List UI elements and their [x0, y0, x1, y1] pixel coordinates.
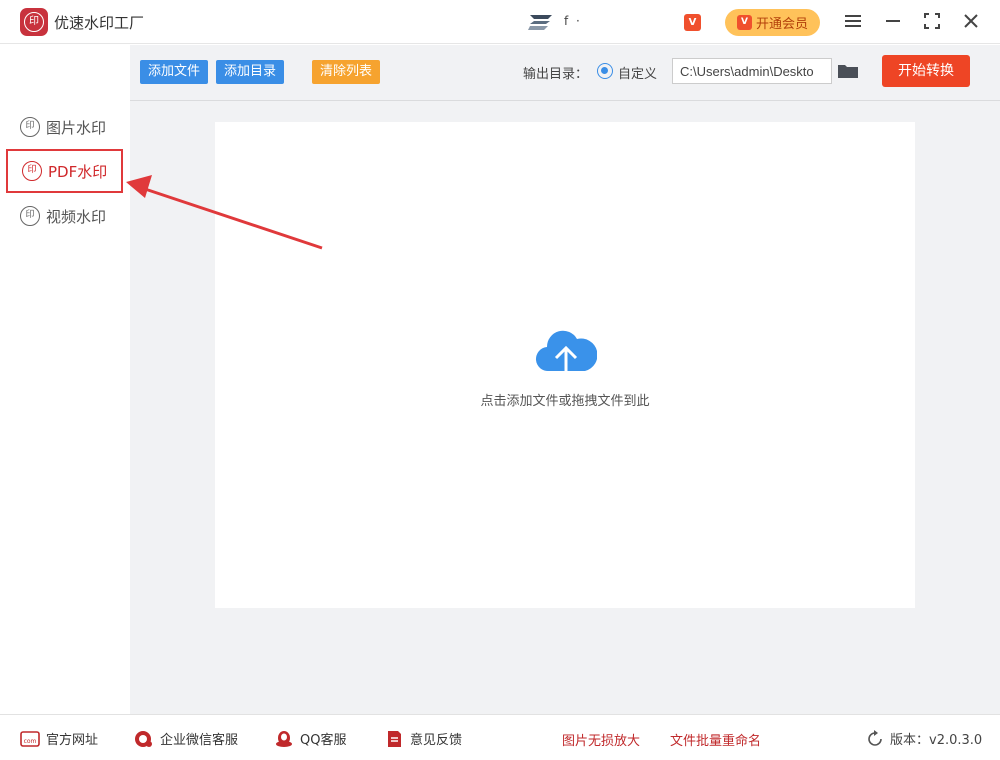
watermark-icon: 印 [20, 206, 40, 226]
vip-icon: V [736, 15, 752, 30]
main-panel: 添加文件 添加目录 清除列表 输出目录： 自定义 开始转换 点击添加文件或拖拽文… [130, 45, 1000, 714]
sidebar-item-label: PDF水印 [48, 162, 108, 181]
output-directory-label: 输出目录： [523, 67, 589, 82]
drop-zone-hint: 点击添加文件或拖拽文件到此 [480, 394, 650, 409]
qq-support-label: QQ客服 [300, 733, 347, 748]
open-vip-label: 开通会员 [755, 17, 808, 32]
qq-icon [276, 730, 292, 747]
start-convert-button[interactable]: 开始转换 [882, 55, 970, 87]
open-vip-button[interactable]: V 开通会员 [725, 9, 820, 36]
user-name: f · [564, 14, 582, 28]
website-icon: com [20, 730, 40, 747]
footer-bar: com 官方网址 企业微信客服 QQ客服 意见反馈 图片无损放大 文件批量重命名… [0, 714, 1000, 760]
qq-support-link[interactable]: QQ客服 [274, 729, 346, 748]
title-bar: 印 优速水印工厂 f · V V 开通会员 [0, 0, 1000, 44]
file-drop-zone[interactable]: 点击添加文件或拖拽文件到此 [215, 122, 915, 608]
version-info[interactable]: 版本：v2.0.3.0 [866, 729, 982, 748]
close-icon[interactable] [960, 10, 982, 32]
app-title: 优速水印工厂 [54, 14, 145, 32]
vip-badge-icon: V [684, 14, 701, 31]
official-website-link[interactable]: com 官方网址 [20, 729, 98, 748]
sidebar-item-image-watermark[interactable]: 印 图片水印 [6, 105, 123, 149]
wechat-support-link[interactable]: 企业微信客服 [134, 729, 238, 748]
wechat-icon [135, 730, 152, 747]
output-path-input[interactable] [672, 58, 832, 84]
add-file-button[interactable]: 添加文件 [140, 60, 209, 84]
feedback-label: 意见反馈 [410, 733, 463, 748]
maximize-icon[interactable] [921, 10, 943, 32]
batch-rename-link[interactable]: 文件批量重命名 [670, 730, 761, 749]
image-enlarge-link[interactable]: 图片无损放大 [562, 730, 640, 749]
add-directory-button[interactable]: 添加目录 [216, 60, 285, 84]
version-label: 版本：v2.0.3.0 [890, 733, 983, 748]
feedback-icon [388, 730, 401, 747]
refresh-icon [868, 729, 882, 746]
sidebar-item-label: 视频水印 [46, 207, 107, 226]
watermark-icon: 印 [22, 161, 42, 181]
toolbar: 添加文件 添加目录 清除列表 输出目录： 自定义 开始转换 [130, 45, 1000, 101]
app-logo-icon: 印 [20, 8, 48, 36]
sidebar-item-pdf-watermark[interactable]: 印 PDF水印 [6, 149, 123, 193]
custom-output-radio-label[interactable]: 自定义 [618, 63, 657, 82]
sidebar-item-video-watermark[interactable]: 印 视频水印 [6, 194, 123, 238]
minimize-icon[interactable] [882, 10, 904, 32]
feedback-link[interactable]: 意见反馈 [384, 729, 462, 748]
svg-text:com: com [24, 738, 37, 745]
sidebar: 印 图片水印 印 PDF水印 印 视频水印 [0, 45, 130, 714]
sidebar-item-label: 图片水印 [46, 118, 107, 137]
custom-output-radio[interactable] [597, 63, 613, 79]
menu-icon[interactable] [842, 10, 864, 32]
wechat-support-label: 企业微信客服 [160, 733, 239, 748]
watermark-icon: 印 [20, 117, 40, 137]
folder-icon[interactable] [837, 62, 859, 80]
cloud-upload-icon [536, 330, 597, 379]
official-website-label: 官方网址 [46, 733, 99, 748]
clear-list-button[interactable]: 清除列表 [312, 60, 381, 84]
user-avatar-icon [528, 15, 552, 30]
